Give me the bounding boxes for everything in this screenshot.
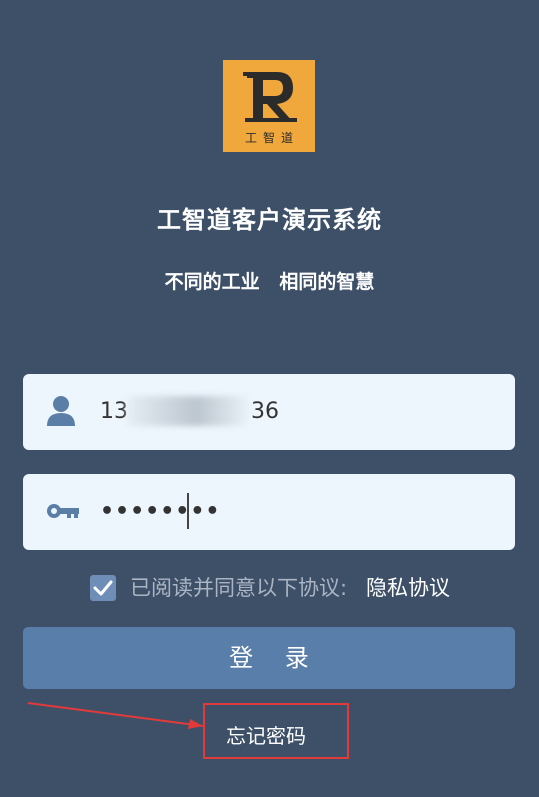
key-icon: [47, 504, 79, 518]
login-button[interactable]: 登 录: [23, 627, 515, 689]
logo-text: 工智道: [244, 131, 299, 145]
checkmark-icon: [93, 580, 113, 596]
text-caret: [187, 493, 189, 529]
app-logo: 工智道: [223, 60, 315, 152]
app-title: 工智道客户演示系统: [157, 206, 382, 234]
slogan: 不同的工业 相同的智慧: [164, 271, 375, 293]
user-icon: [47, 396, 75, 426]
password-value: ••••••••: [100, 499, 221, 524]
privacy-policy-link[interactable]: 隐私协议: [366, 573, 450, 603]
username-redaction: [127, 396, 253, 426]
agreement-checkbox[interactable]: [90, 575, 116, 601]
agreement-text: 已阅读并同意以下协议:: [130, 576, 348, 600]
username-suffix: 36: [251, 399, 279, 424]
password-field[interactable]: ••••••••: [23, 474, 515, 550]
forgot-password-link[interactable]: 忘记密码: [226, 722, 306, 750]
username-prefix: 13: [100, 399, 128, 424]
username-field[interactable]: 13 36: [23, 374, 515, 450]
